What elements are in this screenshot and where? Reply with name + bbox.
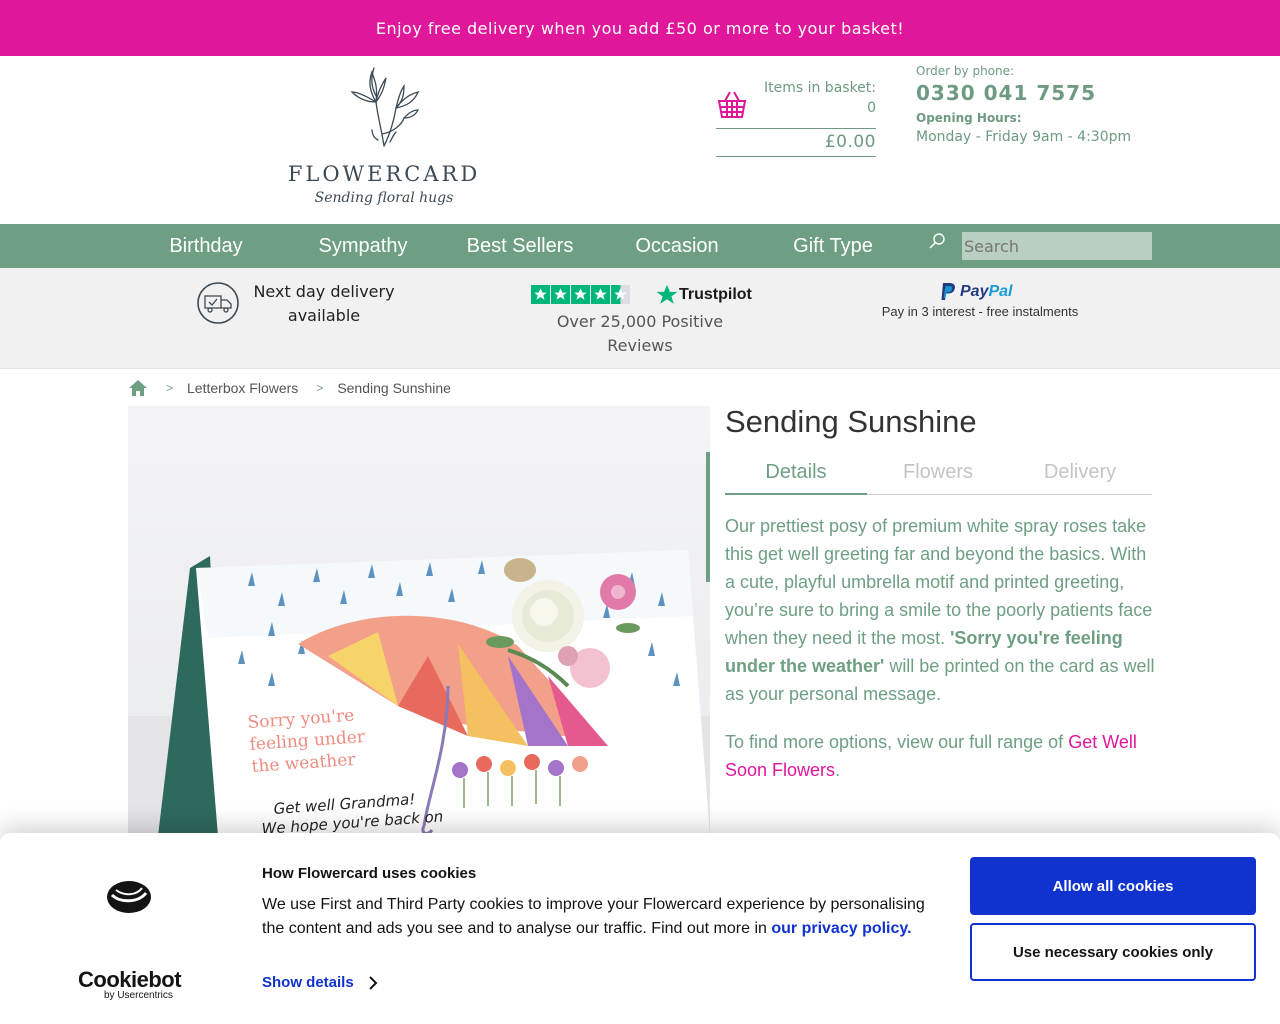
product-tabs: Details Flowers Delivery — [725, 455, 1152, 495]
basket-divider — [716, 156, 876, 157]
show-details-button[interactable]: Show details — [262, 974, 378, 991]
product-description: Our prettiest posy of premium white spra… — [725, 516, 1155, 704]
chevron-right-icon: > — [166, 381, 174, 395]
more-options-text: To find more options, view our full rang… — [725, 732, 1137, 780]
tab-delivery[interactable]: Delivery — [1009, 455, 1151, 495]
trustpilot-stars[interactable] — [531, 285, 631, 304]
star-icon — [551, 285, 570, 304]
cookiebot-icon — [107, 881, 151, 913]
cookie-banner: Cookiebot by Usercentrics How Flowercard… — [0, 833, 1280, 1024]
star-icon — [571, 285, 590, 304]
trustpilot-wordmark: Trustpilot — [679, 286, 752, 303]
breadcrumb: > Letterbox Flowers > Sending Sunshine — [128, 378, 451, 398]
half-star-icon — [611, 285, 630, 304]
allow-all-cookies-button[interactable]: Allow all cookies — [970, 857, 1256, 915]
contact-info: Order by phone: 0330 041 7575 Opening Ho… — [916, 64, 1176, 145]
paypal-wordmark: PayPal — [960, 283, 1013, 300]
star-icon — [591, 285, 610, 304]
cookie-body: We use First and Third Party cookies to … — [262, 896, 925, 937]
basket-label: Items in basket: — [763, 80, 876, 96]
show-details-label: Show details — [262, 974, 354, 991]
paypal-p-icon — [941, 283, 955, 300]
nav-best-sellers[interactable]: Best Sellers — [460, 224, 580, 268]
nav-sympathy[interactable]: Sympathy — [312, 224, 414, 268]
main-nav: Birthday Sympathy Best Sellers Occasion … — [0, 224, 1280, 268]
trustpilot-logo[interactable]: Trustpilot — [656, 284, 752, 306]
flower-logo-icon — [350, 67, 420, 147]
tab-details[interactable]: Details — [725, 455, 867, 495]
paypal-instalments-text: Pay in 3 interest - free instalments — [881, 304, 1079, 319]
nav-occasion[interactable]: Occasion — [626, 224, 728, 268]
phone-label: Order by phone: — [916, 64, 1015, 78]
product-image[interactable]: Sorry you're feeling under the weather G… — [128, 406, 710, 836]
product-photo: Sorry you're feeling under the weather G… — [128, 406, 710, 836]
paypal-logo[interactable]: PayPal — [940, 282, 1012, 302]
opening-hours-label: Opening Hours: — [916, 111, 1022, 125]
home-icon[interactable] — [128, 379, 148, 397]
trustpilot-star-icon — [656, 284, 678, 304]
logo-wordmark: FLOWERCARD — [287, 162, 481, 186]
promo-banner: Enjoy free delivery when you add £50 or … — [0, 0, 1280, 56]
phone-number[interactable]: 0330 041 7575 — [916, 81, 1176, 105]
site-header: FLOWERCARD Sending floral hugs Items in … — [0, 56, 1280, 224]
logo-tagline: Sending floral hugs — [314, 190, 454, 206]
cookiebot-byline: by Usercentrics — [104, 990, 173, 1001]
privacy-policy-link[interactable]: our privacy policy. — [771, 920, 911, 937]
product-title: Sending Sunshine — [725, 404, 977, 439]
search-icon[interactable] — [928, 232, 946, 250]
basket-summary[interactable]: Items in basket: 0 £0.00 — [716, 80, 876, 158]
site-logo[interactable]: FLOWERCARD Sending floral hugs — [286, 62, 482, 210]
nav-birthday[interactable]: Birthday — [156, 224, 256, 268]
necessary-cookies-button[interactable]: Use necessary cookies only — [970, 923, 1256, 981]
basket-total: £0.00 — [824, 132, 876, 152]
basket-count: 0 — [867, 100, 876, 116]
nav-gift-type[interactable]: Gift Type — [784, 224, 882, 268]
breadcrumb-letterbox-flowers[interactable]: Letterbox Flowers — [187, 380, 298, 396]
chevron-right-icon: > — [316, 381, 324, 395]
breadcrumb-current: Sending Sunshine — [337, 380, 451, 396]
reviews-text: Over 25,000 Positive Reviews — [556, 312, 724, 355]
usp-bar: Next day delivery available Trustpilot O… — [0, 268, 1280, 369]
delivery-van-icon — [197, 282, 239, 324]
promo-text: Enjoy free delivery when you add £50 or … — [375, 18, 905, 38]
star-icon — [531, 285, 550, 304]
next-day-delivery-text: Next day delivery available — [253, 282, 395, 325]
basket-divider — [716, 128, 876, 129]
basket-icon — [717, 91, 747, 118]
chevron-right-icon — [368, 975, 378, 990]
cookie-title: How Flowercard uses cookies — [262, 865, 477, 882]
tab-flowers[interactable]: Flowers — [867, 455, 1009, 495]
search-input[interactable] — [962, 232, 1152, 260]
opening-hours: Monday - Friday 9am - 4:30pm — [916, 129, 1132, 145]
